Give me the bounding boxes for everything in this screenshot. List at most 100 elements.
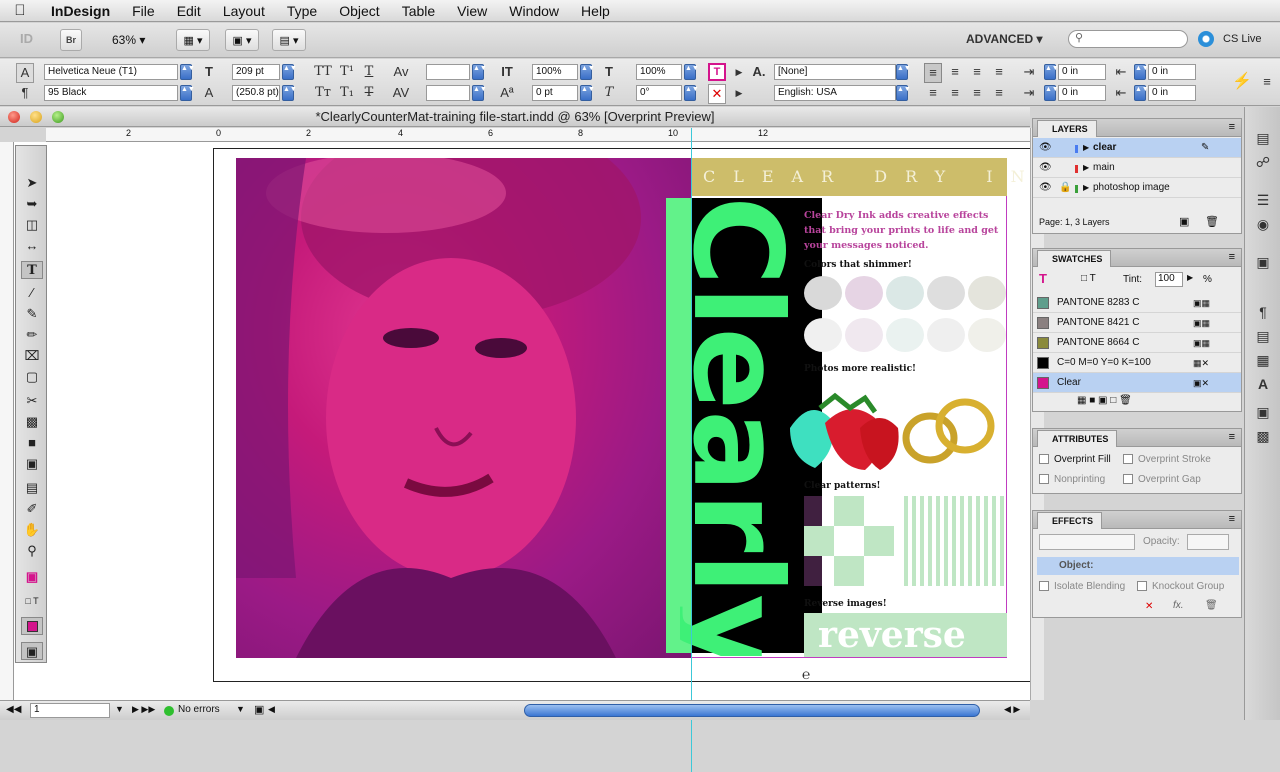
panel-menu-icon[interactable]: ≡ <box>1229 513 1235 525</box>
fx-button[interactable]: fx. <box>1173 600 1184 611</box>
layer-name[interactable]: photoshop image <box>1093 178 1170 198</box>
gap-tool-icon[interactable]: ↔ <box>21 237 43 255</box>
kerning-stepper[interactable]: ▲▼ <box>472 64 487 80</box>
scroll-left-icon[interactable]: ◀ <box>268 704 275 715</box>
panel-menu-icon[interactable]: ≡ <box>1229 121 1235 133</box>
workspace-switcher[interactable]: ADVANCED ▾ <box>966 32 1042 46</box>
tint-slider-arrow-icon[interactable]: ▶ <box>1187 273 1193 282</box>
menu-table[interactable]: Table <box>391 3 446 19</box>
effects-object-row[interactable]: Object: <box>1037 557 1239 575</box>
font-style-field[interactable]: 95 Black <box>44 85 178 101</box>
links-panel-icon[interactable]: ☍ <box>1254 153 1272 171</box>
expand-triangle-icon[interactable]: ▶ <box>1083 178 1089 198</box>
pages-panel-icon[interactable]: ▤ <box>1254 129 1272 147</box>
layer-name[interactable]: main <box>1093 158 1115 178</box>
menu-layout[interactable]: Layout <box>212 3 276 19</box>
paragraph-styles-icon[interactable]: ¶ <box>1254 303 1272 321</box>
visibility-icon[interactable]: 👁 <box>1039 158 1052 178</box>
gradient-feather-tool-icon[interactable]: ▣ <box>21 455 43 473</box>
overprint-stroke-checkbox[interactable]: Overprint Stroke <box>1123 454 1211 465</box>
intro-text[interactable]: Clear Dry Ink adds creative effects that… <box>804 208 1004 253</box>
scissors-tool-icon[interactable]: ✂ <box>21 392 43 410</box>
color-panel-icon[interactable]: ◉ <box>1254 215 1272 233</box>
open-page-icon[interactable]: ▣ <box>254 703 264 716</box>
fill-text-icon[interactable]: T <box>708 63 726 81</box>
skew-field[interactable]: 0° <box>636 85 682 101</box>
reverse-heading[interactable]: Reverse images! <box>804 599 887 609</box>
line-tool-icon[interactable]: ∕ <box>21 284 43 302</box>
font-style-dropdown[interactable]: ▲▼ <box>180 85 195 101</box>
lightning-quick-apply-icon[interactable]: ⚡ <box>1232 73 1252 91</box>
screen-mode-icon[interactable]: ▣ <box>21 642 43 660</box>
vertical-scale-stepper[interactable]: ▲▼ <box>580 64 595 80</box>
photos-heading[interactable]: Photos more realistic! <box>804 364 916 374</box>
right-indent-field[interactable]: 0 in <box>1148 64 1196 80</box>
opacity-field[interactable] <box>1187 534 1229 550</box>
delete-effect-icon[interactable]: 🗑 <box>1205 600 1218 611</box>
portrait-photo[interactable] <box>236 158 691 658</box>
rectangle-tool-icon[interactable]: ▢ <box>21 368 43 386</box>
free-transform-tool-icon[interactable]: ▩ <box>21 413 43 431</box>
last-line-indent-stepper[interactable]: ▲▼ <box>1134 85 1149 101</box>
menu-object[interactable]: Object <box>328 3 390 19</box>
swatch-row-selected[interactable]: Clear ▣✕ <box>1033 373 1241 393</box>
cs-live-button[interactable]: CS Live <box>1223 33 1262 45</box>
leading-field[interactable]: (250.8 pt) <box>232 85 280 101</box>
align-center-icon[interactable]: ≡ <box>946 63 964 81</box>
first-line-indent-field[interactable]: 0 in <box>1058 85 1106 101</box>
panel-menu-icon[interactable]: ≡ <box>1229 251 1235 263</box>
strawberries-rings-image[interactable] <box>780 378 1010 478</box>
right-indent-stepper[interactable]: ▲▼ <box>1134 64 1149 80</box>
tint-field[interactable]: 100 <box>1155 272 1183 287</box>
stroke-panel-icon[interactable]: ☰ <box>1254 191 1272 209</box>
layer-row-clear[interactable]: 👁 ▶ clear ✎ <box>1033 138 1241 158</box>
justify-all-icon[interactable]: ≡ <box>990 84 1008 102</box>
swatch-row[interactable]: PANTONE 8664 C ▣▦ <box>1033 333 1241 353</box>
gradient-swatch-tool-icon[interactable]: ■ <box>21 434 43 452</box>
patterns-heading[interactable]: Clear patterns! <box>804 481 880 491</box>
menu-view[interactable]: View <box>446 3 498 19</box>
font-size-field[interactable]: 209 pt <box>232 64 280 80</box>
character-style-dropdown[interactable]: ▲▼ <box>896 64 911 80</box>
font-family-dropdown[interactable]: ▲▼ <box>180 64 195 80</box>
control-panel-menu-icon[interactable]: ≡ <box>1258 73 1276 91</box>
menu-file[interactable]: File <box>121 3 166 19</box>
layer-row-main[interactable]: 👁 ▶ main <box>1033 158 1241 178</box>
subscript-icon[interactable]: T₁ <box>338 84 356 102</box>
preflight-menu-icon[interactable]: ▼ <box>236 704 245 714</box>
vertical-ruler[interactable] <box>0 142 14 702</box>
new-layer-icon[interactable]: ▣ <box>1179 215 1189 228</box>
first-page-icon[interactable]: ◀◀ <box>6 704 21 715</box>
bridge-button[interactable]: Br <box>60 29 82 51</box>
layer-name[interactable]: clear <box>1093 138 1116 158</box>
close-window-button[interactable] <box>8 111 20 123</box>
rectangle-frame-tool-icon[interactable]: ⌧ <box>21 347 43 365</box>
horizontal-scale-stepper[interactable]: ▲▼ <box>684 64 699 80</box>
pencil-tool-icon[interactable]: ✏ <box>21 326 43 344</box>
skew-stepper[interactable]: ▲▼ <box>684 85 699 101</box>
kerning-field[interactable] <box>426 64 470 80</box>
direct-selection-tool-icon[interactable]: ➥ <box>21 195 43 213</box>
screen-mode-button[interactable]: ▣ ▾ <box>225 29 259 51</box>
minimize-window-button[interactable] <box>30 111 42 123</box>
tracking-field[interactable] <box>426 85 470 101</box>
colors-heading[interactable]: Colors that shimmer! <box>804 260 912 270</box>
menu-type[interactable]: Type <box>276 3 328 19</box>
justify-left-icon[interactable]: ≡ <box>924 84 942 102</box>
zoom-tool-icon[interactable]: ⚲ <box>21 542 43 560</box>
effects-tab[interactable]: EFFECTS <box>1037 512 1103 529</box>
hyperlinks-icon[interactable]: ▣ <box>1254 403 1272 421</box>
left-indent-field[interactable]: 0 in <box>1058 64 1106 80</box>
language-field[interactable]: English: USA <box>774 85 896 101</box>
page-number-field[interactable]: 1 <box>30 703 110 718</box>
stroke-none-icon[interactable]: ✕ <box>708 84 726 104</box>
clear-effects-icon[interactable]: ✕ <box>1145 601 1153 612</box>
character-style-field[interactable]: [None] <box>774 64 896 80</box>
swatch-row[interactable]: C=0 M=0 Y=0 K=100 ▦✕ <box>1033 353 1241 373</box>
note-tool-icon[interactable]: ▤ <box>21 479 43 497</box>
type-panel-icon[interactable]: A <box>1254 375 1272 393</box>
paragraph-formatting-icon[interactable]: ¶ <box>16 84 34 102</box>
menu-window[interactable]: Window <box>498 3 570 19</box>
strikethrough-icon[interactable]: T <box>360 84 378 102</box>
eyedropper-tool-icon[interactable]: ✐ <box>21 500 43 518</box>
